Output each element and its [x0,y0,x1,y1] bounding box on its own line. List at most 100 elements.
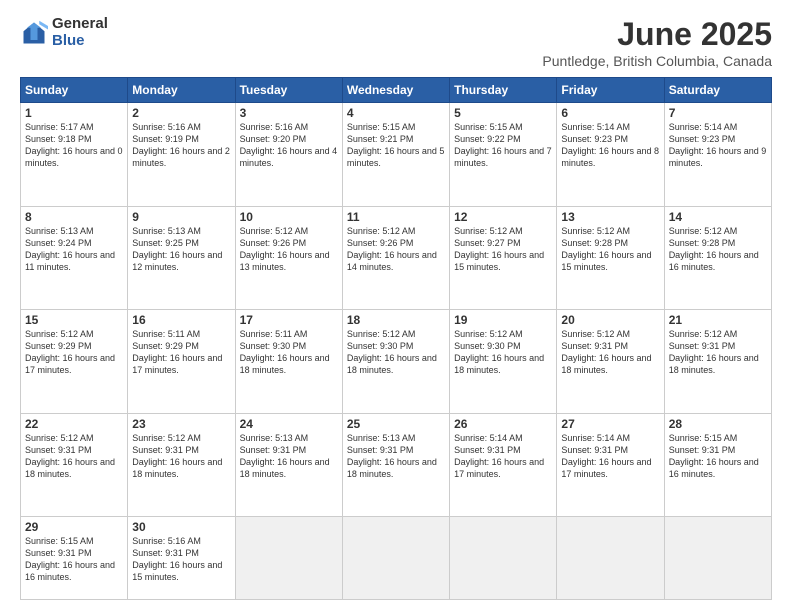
calendar-cell: 4Sunrise: 5:15 AMSunset: 9:21 PMDaylight… [342,103,449,207]
day-number: 23 [132,417,230,431]
day-number: 19 [454,313,552,327]
day-info: Sunrise: 5:12 AMSunset: 9:28 PMDaylight:… [669,225,767,274]
header-wednesday: Wednesday [342,78,449,103]
day-info: Sunrise: 5:16 AMSunset: 9:20 PMDaylight:… [240,121,338,170]
day-number: 6 [561,106,659,120]
calendar-week-row: 22Sunrise: 5:12 AMSunset: 9:31 PMDayligh… [21,413,772,517]
calendar-week-row: 1Sunrise: 5:17 AMSunset: 9:18 PMDaylight… [21,103,772,207]
day-info: Sunrise: 5:15 AMSunset: 9:21 PMDaylight:… [347,121,445,170]
day-info: Sunrise: 5:11 AMSunset: 9:29 PMDaylight:… [132,328,230,377]
day-number: 15 [25,313,123,327]
day-info: Sunrise: 5:12 AMSunset: 9:31 PMDaylight:… [132,432,230,481]
day-info: Sunrise: 5:12 AMSunset: 9:27 PMDaylight:… [454,225,552,274]
day-number: 20 [561,313,659,327]
calendar-cell [342,517,449,600]
day-info: Sunrise: 5:13 AMSunset: 9:31 PMDaylight:… [240,432,338,481]
calendar-week-row: 15Sunrise: 5:12 AMSunset: 9:29 PMDayligh… [21,310,772,414]
calendar-cell: 18Sunrise: 5:12 AMSunset: 9:30 PMDayligh… [342,310,449,414]
day-info: Sunrise: 5:13 AMSunset: 9:24 PMDaylight:… [25,225,123,274]
day-info: Sunrise: 5:15 AMSunset: 9:31 PMDaylight:… [669,432,767,481]
day-info: Sunrise: 5:13 AMSunset: 9:25 PMDaylight:… [132,225,230,274]
day-number: 18 [347,313,445,327]
calendar-week-row: 29Sunrise: 5:15 AMSunset: 9:31 PMDayligh… [21,517,772,600]
day-info: Sunrise: 5:12 AMSunset: 9:31 PMDaylight:… [669,328,767,377]
calendar-cell: 8Sunrise: 5:13 AMSunset: 9:24 PMDaylight… [21,206,128,310]
calendar-cell: 13Sunrise: 5:12 AMSunset: 9:28 PMDayligh… [557,206,664,310]
day-number: 2 [132,106,230,120]
calendar-cell: 14Sunrise: 5:12 AMSunset: 9:28 PMDayligh… [664,206,771,310]
day-number: 5 [454,106,552,120]
calendar-cell: 19Sunrise: 5:12 AMSunset: 9:30 PMDayligh… [450,310,557,414]
calendar-cell: 24Sunrise: 5:13 AMSunset: 9:31 PMDayligh… [235,413,342,517]
day-number: 1 [25,106,123,120]
calendar-week-row: 8Sunrise: 5:13 AMSunset: 9:24 PMDaylight… [21,206,772,310]
logo-blue: Blue [52,33,108,50]
calendar-cell: 28Sunrise: 5:15 AMSunset: 9:31 PMDayligh… [664,413,771,517]
calendar-cell: 23Sunrise: 5:12 AMSunset: 9:31 PMDayligh… [128,413,235,517]
day-info: Sunrise: 5:12 AMSunset: 9:29 PMDaylight:… [25,328,123,377]
logo-general: General [52,16,108,33]
calendar-cell: 5Sunrise: 5:15 AMSunset: 9:22 PMDaylight… [450,103,557,207]
calendar-cell: 11Sunrise: 5:12 AMSunset: 9:26 PMDayligh… [342,206,449,310]
calendar-cell: 3Sunrise: 5:16 AMSunset: 9:20 PMDaylight… [235,103,342,207]
calendar-cell: 27Sunrise: 5:14 AMSunset: 9:31 PMDayligh… [557,413,664,517]
day-number: 29 [25,520,123,534]
calendar-cell: 2Sunrise: 5:16 AMSunset: 9:19 PMDaylight… [128,103,235,207]
calendar-cell: 22Sunrise: 5:12 AMSunset: 9:31 PMDayligh… [21,413,128,517]
day-info: Sunrise: 5:12 AMSunset: 9:30 PMDaylight:… [347,328,445,377]
day-info: Sunrise: 5:14 AMSunset: 9:31 PMDaylight:… [454,432,552,481]
calendar-cell [664,517,771,600]
subtitle: Puntledge, British Columbia, Canada [542,53,772,69]
logo: General Blue [20,16,108,49]
calendar-cell: 6Sunrise: 5:14 AMSunset: 9:23 PMDaylight… [557,103,664,207]
calendar-cell [450,517,557,600]
day-number: 27 [561,417,659,431]
page: General Blue June 2025 Puntledge, Britis… [0,0,792,612]
title-section: June 2025 Puntledge, British Columbia, C… [542,16,772,69]
day-number: 9 [132,210,230,224]
day-info: Sunrise: 5:12 AMSunset: 9:30 PMDaylight:… [454,328,552,377]
day-number: 13 [561,210,659,224]
calendar-cell: 21Sunrise: 5:12 AMSunset: 9:31 PMDayligh… [664,310,771,414]
calendar-cell: 12Sunrise: 5:12 AMSunset: 9:27 PMDayligh… [450,206,557,310]
header-tuesday: Tuesday [235,78,342,103]
day-info: Sunrise: 5:12 AMSunset: 9:31 PMDaylight:… [561,328,659,377]
calendar-cell: 29Sunrise: 5:15 AMSunset: 9:31 PMDayligh… [21,517,128,600]
calendar-cell: 25Sunrise: 5:13 AMSunset: 9:31 PMDayligh… [342,413,449,517]
calendar-cell: 7Sunrise: 5:14 AMSunset: 9:23 PMDaylight… [664,103,771,207]
day-info: Sunrise: 5:16 AMSunset: 9:31 PMDaylight:… [132,535,230,584]
day-info: Sunrise: 5:15 AMSunset: 9:31 PMDaylight:… [25,535,123,584]
day-info: Sunrise: 5:14 AMSunset: 9:23 PMDaylight:… [669,121,767,170]
day-number: 25 [347,417,445,431]
header-thursday: Thursday [450,78,557,103]
day-info: Sunrise: 5:12 AMSunset: 9:26 PMDaylight:… [240,225,338,274]
calendar-cell: 30Sunrise: 5:16 AMSunset: 9:31 PMDayligh… [128,517,235,600]
day-info: Sunrise: 5:14 AMSunset: 9:31 PMDaylight:… [561,432,659,481]
header-friday: Friday [557,78,664,103]
day-number: 10 [240,210,338,224]
day-number: 14 [669,210,767,224]
day-number: 17 [240,313,338,327]
day-number: 12 [454,210,552,224]
calendar-cell: 26Sunrise: 5:14 AMSunset: 9:31 PMDayligh… [450,413,557,517]
calendar-cell: 1Sunrise: 5:17 AMSunset: 9:18 PMDaylight… [21,103,128,207]
header: General Blue June 2025 Puntledge, Britis… [20,16,772,69]
logo-text: General Blue [52,16,108,49]
calendar-cell: 17Sunrise: 5:11 AMSunset: 9:30 PMDayligh… [235,310,342,414]
day-number: 4 [347,106,445,120]
calendar-cell: 20Sunrise: 5:12 AMSunset: 9:31 PMDayligh… [557,310,664,414]
day-number: 7 [669,106,767,120]
calendar-cell [557,517,664,600]
day-info: Sunrise: 5:15 AMSunset: 9:22 PMDaylight:… [454,121,552,170]
day-number: 30 [132,520,230,534]
day-info: Sunrise: 5:12 AMSunset: 9:28 PMDaylight:… [561,225,659,274]
main-title: June 2025 [542,16,772,53]
day-info: Sunrise: 5:13 AMSunset: 9:31 PMDaylight:… [347,432,445,481]
header-saturday: Saturday [664,78,771,103]
calendar-cell: 15Sunrise: 5:12 AMSunset: 9:29 PMDayligh… [21,310,128,414]
day-number: 24 [240,417,338,431]
day-number: 21 [669,313,767,327]
logo-icon [20,19,48,47]
calendar-cell [235,517,342,600]
day-info: Sunrise: 5:14 AMSunset: 9:23 PMDaylight:… [561,121,659,170]
